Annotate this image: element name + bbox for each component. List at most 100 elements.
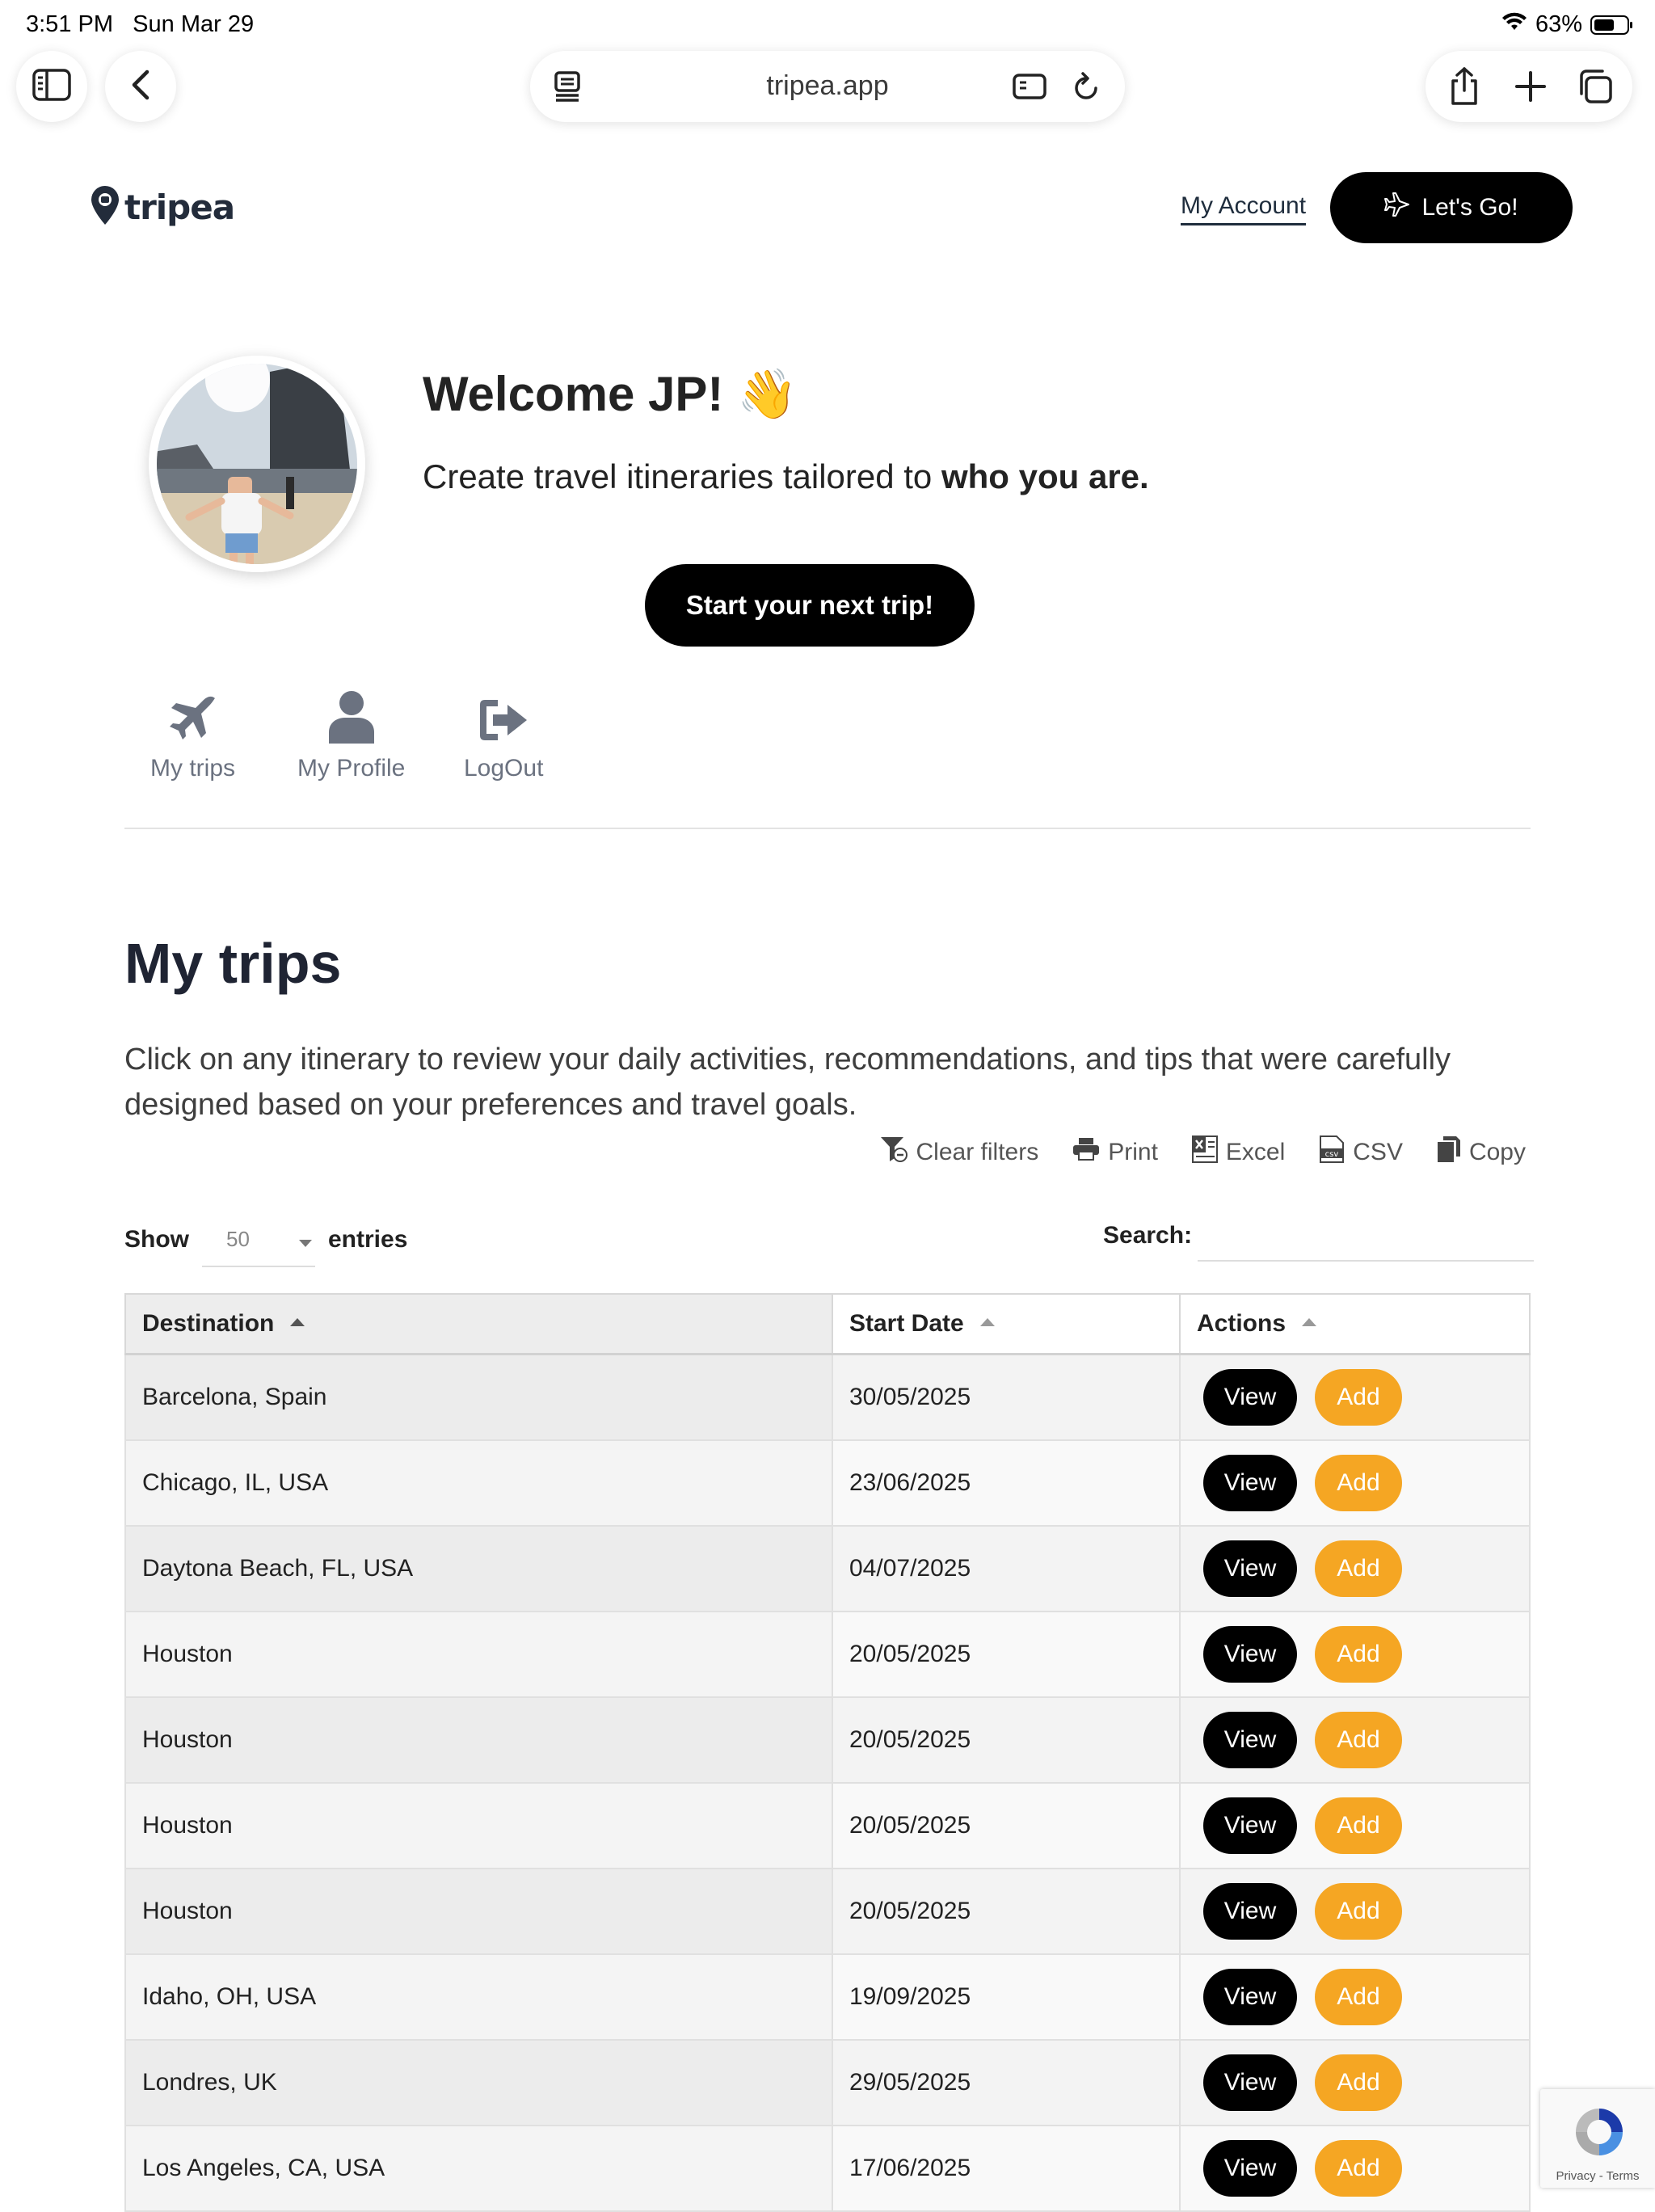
actions-cell: View Add (1179, 1526, 1531, 1612)
filter-clear-icon (879, 1135, 908, 1169)
print-button[interactable]: Print (1072, 1135, 1158, 1169)
tabs-icon[interactable] (1574, 65, 1616, 107)
quick-nav-my-trips[interactable]: My trips (150, 687, 235, 782)
destination-cell: Los Angeles, CA, USA (124, 2126, 833, 2212)
actions-cell: View Add (1179, 1440, 1531, 1527)
back-button[interactable] (105, 51, 176, 122)
divider (124, 828, 1531, 829)
excel-button[interactable]: Excel (1191, 1135, 1285, 1169)
column-header-actions[interactable]: Actions (1179, 1293, 1531, 1355)
view-button[interactable]: View (1203, 1969, 1297, 2025)
chevron-down-icon (299, 1240, 312, 1247)
quick-nav-logout[interactable]: LogOut (464, 687, 543, 782)
add-button[interactable]: Add (1315, 1883, 1402, 1940)
start-date-cell: 20/05/2025 (832, 1612, 1181, 1698)
print-icon (1072, 1137, 1100, 1168)
add-button[interactable]: Add (1315, 1540, 1402, 1597)
view-button[interactable]: View (1203, 2054, 1297, 2111)
reload-icon[interactable] (1068, 69, 1104, 104)
address-bar[interactable]: tripea.app (530, 51, 1125, 122)
destination-cell: Houston (124, 1697, 833, 1784)
table-row[interactable]: Londres, UK 29/05/2025 View Add (124, 2040, 1531, 2126)
quick-nav-label: My trips (150, 755, 235, 782)
clear-filters-button[interactable]: Clear filters (879, 1135, 1038, 1169)
add-button[interactable]: Add (1315, 1797, 1402, 1854)
entries-select[interactable]: 50 (202, 1212, 315, 1267)
start-date-cell: 20/05/2025 (832, 1697, 1181, 1784)
destination-cell: Londres, UK (124, 2040, 833, 2126)
start-date-cell: 23/06/2025 (832, 1440, 1181, 1527)
view-button[interactable]: View (1203, 1626, 1297, 1683)
sidebar-icon (32, 68, 71, 105)
table-row[interactable]: Idaho, OH, USA 19/09/2025 View Add (124, 1954, 1531, 2041)
plane-outline-icon (1384, 191, 1412, 225)
view-button[interactable]: View (1203, 1797, 1297, 1854)
destination-cell: Barcelona, Spain (124, 1354, 833, 1441)
avatar (149, 356, 365, 572)
table-row[interactable]: Houston 20/05/2025 View Add (124, 1697, 1531, 1784)
start-date-cell: 30/05/2025 (832, 1354, 1181, 1441)
recaptcha-text[interactable]: Privacy - Terms (1540, 2169, 1655, 2183)
new-tab-icon[interactable] (1510, 65, 1552, 107)
column-header-destination[interactable]: Destination (124, 1293, 833, 1355)
logout-icon (464, 687, 543, 744)
sort-asc-icon (290, 1318, 305, 1327)
entries-length-control: Show 50 entries (124, 1212, 407, 1267)
entries-label: entries (328, 1226, 408, 1253)
search-label: Search: (1103, 1222, 1193, 1249)
lets-go-button[interactable]: Let's Go! (1330, 172, 1573, 243)
table-row[interactable]: Houston 20/05/2025 View Add (124, 1869, 1531, 1955)
battery-percent: 63% (1535, 11, 1582, 37)
add-button[interactable]: Add (1315, 1455, 1402, 1511)
add-button[interactable]: Add (1315, 2140, 1402, 2197)
plane-icon (150, 687, 235, 744)
destination-cell: Daytona Beach, FL, USA (124, 1526, 833, 1612)
view-button[interactable]: View (1203, 1883, 1297, 1940)
copy-icon (1437, 1135, 1461, 1169)
view-button[interactable]: View (1203, 1540, 1297, 1597)
svg-text:csv: csv (1325, 1150, 1339, 1159)
start-date-cell: 19/09/2025 (832, 1954, 1181, 2041)
tripea-logo[interactable]: tripea (89, 184, 235, 230)
recaptcha-badge[interactable]: Privacy - Terms (1540, 2089, 1655, 2188)
start-date-cell: 20/05/2025 (832, 1783, 1181, 1869)
view-button[interactable]: View (1203, 1369, 1297, 1426)
my-account-link[interactable]: My Account (1181, 192, 1307, 225)
view-button[interactable]: View (1203, 1455, 1297, 1511)
add-button[interactable]: Add (1315, 1969, 1402, 2025)
add-button[interactable]: Add (1315, 1626, 1402, 1683)
table-row[interactable]: Houston 20/05/2025 View Add (124, 1783, 1531, 1869)
table-row[interactable]: Barcelona, Spain 30/05/2025 View Add (124, 1354, 1531, 1441)
csv-icon: csv (1319, 1135, 1345, 1169)
add-button[interactable]: Add (1315, 1369, 1402, 1426)
table-row[interactable]: Chicago, IL, USA 23/06/2025 View Add (124, 1440, 1531, 1527)
destination-cell: Houston (124, 1612, 833, 1698)
start-next-trip-button[interactable]: Start your next trip! (645, 564, 975, 647)
chevron-left-icon (129, 69, 152, 105)
destination-cell: Houston (124, 1869, 833, 1955)
view-button[interactable]: View (1203, 2140, 1297, 2197)
welcome-title: Welcome JP! 👋 (423, 367, 798, 421)
csv-button[interactable]: csv CSV (1319, 1135, 1403, 1169)
search-input[interactable] (1198, 1208, 1534, 1262)
table-row[interactable]: Daytona Beach, FL, USA 04/07/2025 View Ad… (124, 1526, 1531, 1612)
actions-cell: View Add (1179, 1697, 1531, 1784)
lets-go-label: Let's Go! (1421, 194, 1518, 221)
table-toolbar: Clear filters Print Excel csv CSV Copy (879, 1135, 1526, 1169)
column-header-start-date[interactable]: Start Date (832, 1293, 1181, 1355)
table-row[interactable]: Houston 20/05/2025 View Add (124, 1612, 1531, 1698)
add-button[interactable]: Add (1315, 1712, 1402, 1768)
actions-cell: View Add (1179, 1783, 1531, 1869)
view-button[interactable]: View (1203, 1712, 1297, 1768)
share-icon[interactable] (1443, 65, 1485, 107)
actions-cell: View Add (1179, 1612, 1531, 1698)
sidebar-toggle-button[interactable] (16, 51, 87, 122)
browser-actions (1425, 51, 1632, 122)
reader-icon[interactable] (1012, 69, 1047, 104)
add-button[interactable]: Add (1315, 2054, 1402, 2111)
status-time: 3:51 PM Sun Mar 29 (26, 11, 255, 37)
quick-nav-my-profile[interactable]: My Profile (297, 687, 405, 782)
entries-select-value: 50 (226, 1226, 250, 1251)
copy-button[interactable]: Copy (1437, 1135, 1526, 1169)
table-row[interactable]: Los Angeles, CA, USA 17/06/2025 View Add (124, 2126, 1531, 2212)
